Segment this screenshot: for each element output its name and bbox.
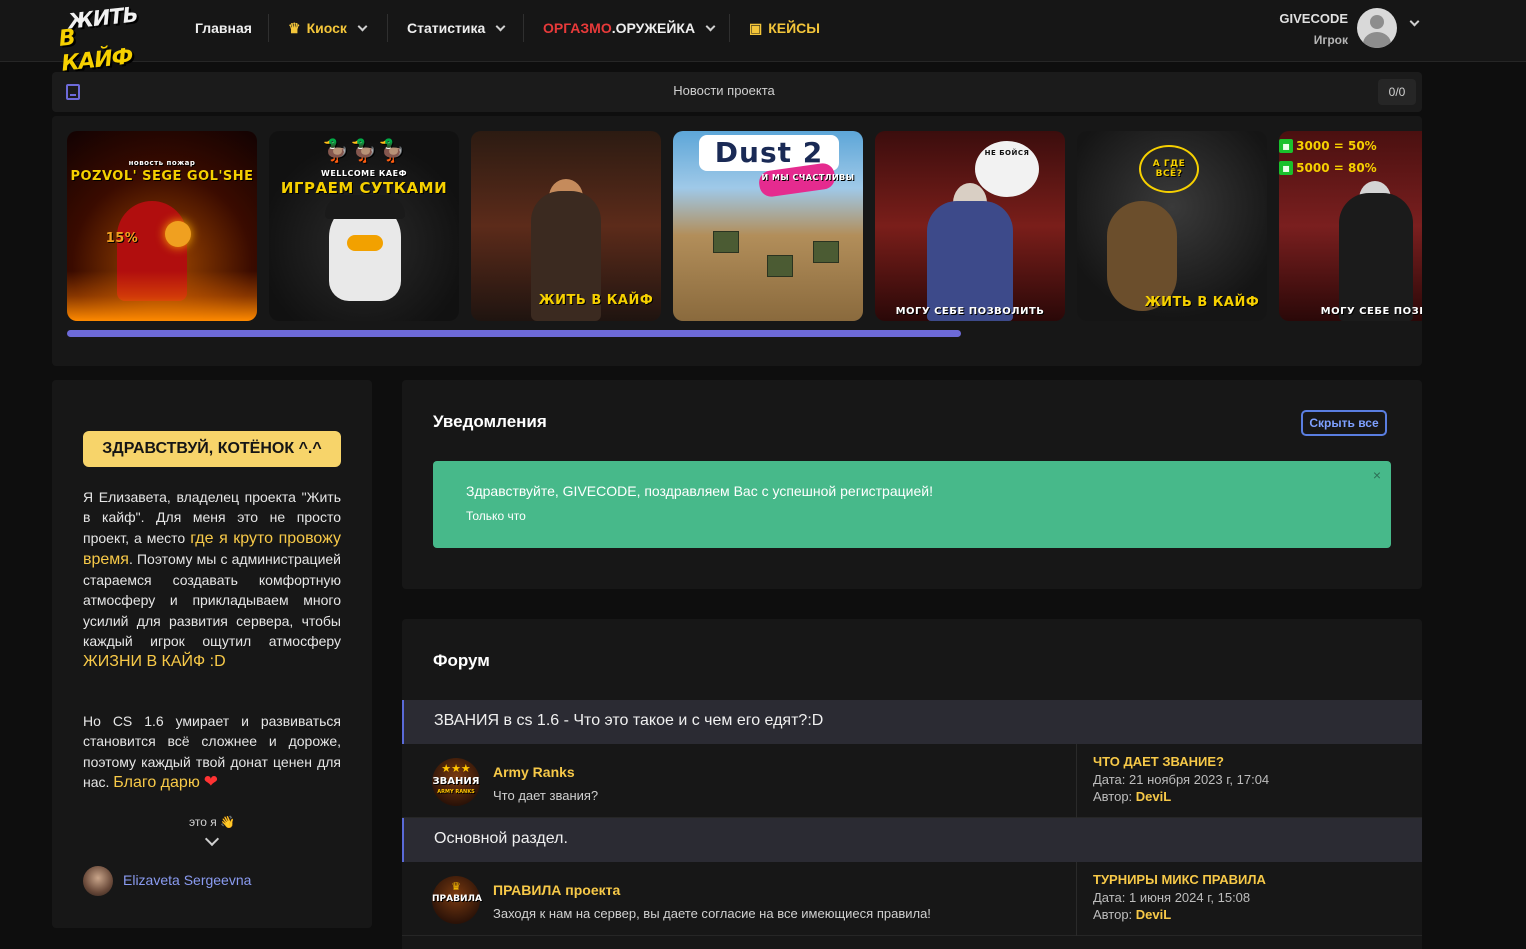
carousel-slide[interactable]: 🦆🦆🦆 WELLCOME КАЕФ ИГРАЕМ СУТКАМИ (269, 131, 459, 321)
ducks-icon: 🦆🦆🦆 (322, 139, 406, 164)
top-navbar: ЖИТЬ В КАЙФ Главная ♛ Киоск Статистика О… (0, 0, 1526, 77)
carousel-slide[interactable]: новость пожар POZVOL' SEGE GOL'SHE 15% (67, 131, 257, 321)
nav-home[interactable]: Главная (195, 18, 252, 38)
author-link[interactable]: DeviL (1136, 789, 1171, 804)
rules-icon: ♛ ПРАВИЛА (432, 876, 482, 924)
its-me-label: это я 👋 (188, 815, 235, 829)
news-counter: 0/0 (1378, 79, 1416, 105)
carousel-slide[interactable]: ▪ 3000 = 50% ▪ 5000 = 80% МОГУ СЕБЕ ПОЗВ (1279, 131, 1422, 321)
author-link[interactable]: DeviL (1136, 907, 1171, 922)
alert-time: Только что (466, 509, 526, 523)
logo-line2: В КАЙФ (57, 25, 134, 77)
forum-description: Что дает звания? (493, 788, 599, 803)
forum-category-header[interactable]: ЗВАНИЯ в cs 1.6 - Что это такое и с чем … (402, 700, 1422, 744)
promo-carousel: новость пожар POZVOL' SEGE GOL'SHE 15% 🦆… (52, 116, 1422, 366)
owner-paragraph-2: Но CS 1.6 умирает и развиваться становит… (83, 713, 341, 791)
crown-icon: ♛ (288, 19, 301, 36)
forum-panel: Форум ЗВАНИЯ в cs 1.6 - Что это такое и … (402, 619, 1422, 949)
slide-caption: МОГУ СЕБЕ ПОЗВОЛИТЬ (895, 306, 1045, 317)
last-post-author: Автор: DeviL (1093, 907, 1172, 922)
owner-paragraph-1: Я Елизавета, владелец проекта "Жить в ка… (83, 489, 341, 671)
category-name: ЗВАНИЯ в cs 1.6 - Что это такое и с чем … (434, 712, 824, 729)
user-menu-chevron-icon[interactable] (1409, 16, 1420, 27)
user-name[interactable]: GIVECODE (1279, 11, 1348, 26)
last-post-title[interactable]: ТУРНИРЫ МИКС ПРАВИЛА (1093, 872, 1266, 887)
last-post-author: Автор: DeviL (1093, 789, 1172, 804)
army-ranks-icon: ★★★ ЗВАНИЯ ARMY RANKS (432, 758, 480, 806)
slide-tag: И МЫ СЧАСТЛИВЫ (761, 173, 855, 182)
last-post-title[interactable]: ЧТО ДАЕТ ЗВАНИЕ? (1093, 754, 1224, 769)
nav-weapon-red: ОРГАЗМО (543, 20, 612, 36)
author-name-link[interactable]: Elizaveta Sergeevna (123, 872, 251, 888)
owner-card: ЗДРАВСТВУЙ, КОТЁНОК ^.^ Я Елизавета, вла… (52, 380, 372, 928)
notifications-title: Уведомления (433, 412, 547, 431)
nav-divider (387, 14, 388, 42)
slide-caption: POZVOL' SEGE GOL'SHE (70, 169, 254, 184)
category-name: Основной раздел. (434, 830, 568, 847)
user-role: Игрок (1313, 33, 1348, 47)
user-avatar[interactable] (1357, 8, 1397, 48)
last-post-date: Дата: 21 ноября 2023 г, 17:04 (1093, 772, 1270, 787)
slide-caption: ЖИТЬ В КАЙФ (538, 293, 654, 308)
nav-cases-label: КЕЙСЫ (768, 20, 820, 36)
nav-divider (268, 14, 269, 42)
nav-weapon-rest: .ОРУЖЕЙКА (611, 20, 696, 36)
chevron-down-icon (357, 21, 368, 31)
forum-row[interactable]: ♛ ПРАВИЛА ПРАВИЛА проекта Заходя к нам н… (402, 862, 1422, 936)
chevron-down-icon (705, 21, 716, 31)
chevron-down-icon (495, 21, 506, 31)
last-post-date: Дата: 1 июня 2024 г, 15:08 (1093, 890, 1251, 905)
slide-top-text: новость пожар (128, 159, 196, 167)
forum-row[interactable]: ★★★ ЗВАНИЯ ARMY RANKS Army Ranks Что дае… (402, 744, 1422, 818)
forum-title: Форум (433, 651, 490, 670)
slide-badge: 15% (105, 231, 139, 246)
news-title: Новости проекта (673, 83, 775, 98)
site-logo[interactable]: ЖИТЬ В КАЙФ (58, 2, 152, 76)
nav-divider (729, 14, 730, 42)
carousel-slide[interactable]: Dust 2 И МЫ СЧАСТЛИВЫ (673, 131, 863, 321)
chevron-down-icon[interactable] (204, 831, 220, 847)
carousel-slide[interactable]: ЖИТЬ В КАЙФ (471, 131, 661, 321)
forum-description: Заходя к нам на сервер, вы даете согласи… (493, 906, 931, 921)
nav-stats[interactable]: Статистика (407, 18, 506, 38)
carousel-slide[interactable]: НЕ БОЙСЯ МОГУ СЕБЕ ПОЗВОЛИТЬ (875, 131, 1065, 321)
author-avatar[interactable] (83, 866, 113, 896)
hide-all-button[interactable]: Скрыть все (1301, 410, 1387, 436)
slide-bubble: А ГДЕ ВСЁ? (1152, 159, 1186, 179)
close-icon[interactable]: × (1373, 467, 1381, 483)
forum-category-header[interactable]: Основной раздел. (402, 818, 1422, 862)
slide-bubble: НЕ БОЙСЯ (984, 149, 1030, 157)
registration-alert: Здравствуйте, GIVECODE, поздравляем Вас … (433, 461, 1391, 548)
promo-line-1: ▪ 3000 = 50% (1279, 139, 1377, 157)
nav-weapon-shop[interactable]: ОРГАЗМО.ОРУЖЕЙКА (543, 18, 716, 38)
slide-top-text: WELLCOME КАЕФ (321, 169, 407, 178)
nav-kiosk-label: Киоск (306, 20, 347, 36)
forum-title-link[interactable]: ПРАВИЛА проекта (493, 882, 620, 898)
carousel-slide[interactable]: А ГДЕ ВСЁ? ЖИТЬ В КАЙФ (1077, 131, 1267, 321)
heart-icon: ❤ (203, 771, 218, 791)
notifications-panel: Уведомления Скрыть все Здравствуйте, GIV… (402, 380, 1422, 589)
nav-kiosk[interactable]: ♛ Киоск (288, 18, 368, 38)
nav-divider (523, 14, 524, 42)
promo-line-2: ▪ 5000 = 80% (1279, 161, 1377, 179)
slide-caption: ЖИТЬ В КАЙФ (1144, 295, 1260, 310)
alert-message: Здравствуйте, GIVECODE, поздравляем Вас … (466, 483, 933, 499)
nav-cases[interactable]: ▣ КЕЙСЫ (749, 18, 820, 38)
greeting-banner: ЗДРАВСТВУЙ, КОТЁНОК ^.^ (83, 431, 341, 467)
nav-home-label: Главная (195, 20, 252, 36)
nav-stats-label: Статистика (407, 20, 486, 36)
slide-caption: МОГУ СЕБЕ ПОЗВ (1320, 306, 1422, 317)
forum-title-link[interactable]: Army Ranks (493, 764, 575, 780)
briefcase-icon: ▣ (749, 19, 763, 36)
news-bar: Новости проекта 0/0 (52, 72, 1422, 112)
carousel-progress-bar[interactable] (67, 330, 961, 337)
